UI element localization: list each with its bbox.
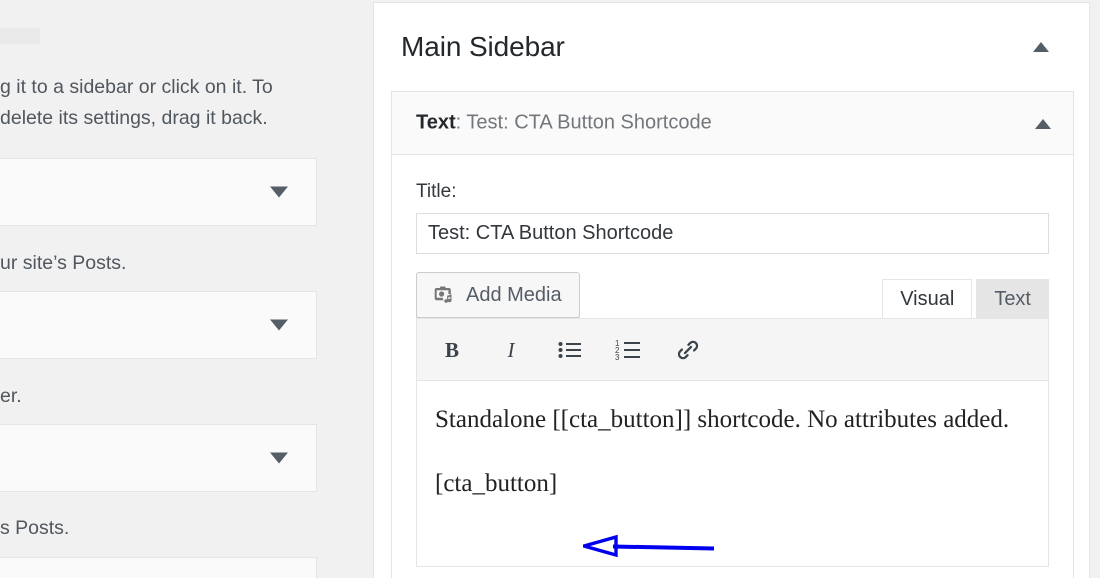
tab-visual[interactable]: Visual	[882, 279, 972, 319]
widget-help-text-line-1: g it to a sidebar or click on it. To	[0, 72, 317, 103]
chevron-down-icon[interactable]	[270, 187, 288, 198]
widget-description-line-3: ur site’s Posts.	[0, 248, 317, 279]
media-and-tabs-row: Add Media Visual Text	[416, 272, 1049, 318]
widget-description-line-5: s Posts.	[0, 513, 317, 544]
widget-type-label: Text	[416, 112, 456, 134]
add-media-button[interactable]: Add Media	[416, 272, 580, 318]
page-title: Main Sidebar	[401, 31, 565, 63]
available-widget-item[interactable]	[0, 557, 317, 578]
bold-icon[interactable]: B	[435, 333, 469, 367]
widget-header[interactable]: Text: Test: CTA Button Shortcode	[392, 92, 1073, 155]
chevron-down-icon[interactable]	[270, 453, 288, 464]
widget-description-line-4: er.	[0, 381, 317, 412]
add-media-label: Add Media	[466, 285, 562, 305]
widget-help-text-line-2: delete its settings, drag it back.	[0, 103, 317, 134]
text-widget-card: Text: Test: CTA Button Shortcode Title:	[391, 91, 1074, 578]
editor-mode-tabs: Visual Text	[878, 279, 1049, 319]
link-icon[interactable]	[671, 333, 705, 367]
available-widget-item[interactable]	[0, 291, 317, 359]
svg-text:3: 3	[615, 353, 620, 362]
widget-title-separator: :	[456, 112, 467, 134]
chevron-up-icon[interactable]	[1033, 42, 1049, 52]
widget-header-title: Text: Test: CTA Button Shortcode	[416, 112, 712, 135]
editor-toolbar: B I	[417, 319, 1048, 381]
main-sidebar-panel: Main Sidebar Text: Test: CTA Button Shor…	[373, 2, 1090, 578]
tab-text[interactable]: Text	[976, 279, 1049, 319]
title-field-label: Title:	[416, 181, 1049, 203]
widget-instance-name: Test: CTA Button Shortcode	[466, 112, 711, 134]
bulleted-list-icon[interactable]	[553, 333, 587, 367]
editor-paragraph-2: [cta_button]	[435, 465, 1030, 503]
available-widget-item[interactable]	[0, 424, 317, 492]
chevron-up-icon[interactable]	[1035, 119, 1051, 129]
available-widget-item[interactable]	[0, 158, 317, 226]
svg-text:B: B	[445, 338, 459, 362]
widgets-screen: g it to a sidebar or click on it. To del…	[0, 0, 1100, 578]
svg-text:I: I	[507, 338, 516, 362]
media-camera-note-icon	[431, 283, 455, 307]
editor-paragraph-1: Standalone [[cta_button]] shortcode. No …	[435, 401, 1030, 439]
available-widgets-column: g it to a sidebar or click on it. To del…	[0, 0, 317, 578]
chevron-down-icon[interactable]	[270, 320, 288, 331]
widget-body: Title: Add Media	[392, 155, 1073, 567]
truncated-heading-fragment	[0, 28, 40, 44]
title-input[interactable]	[416, 213, 1049, 254]
editor-content-area[interactable]: Standalone [[cta_button]] shortcode. No …	[417, 381, 1048, 503]
numbered-list-icon[interactable]: 1 2 3	[612, 333, 646, 367]
italic-icon[interactable]: I	[494, 333, 528, 367]
editor-box: B I	[416, 318, 1049, 567]
